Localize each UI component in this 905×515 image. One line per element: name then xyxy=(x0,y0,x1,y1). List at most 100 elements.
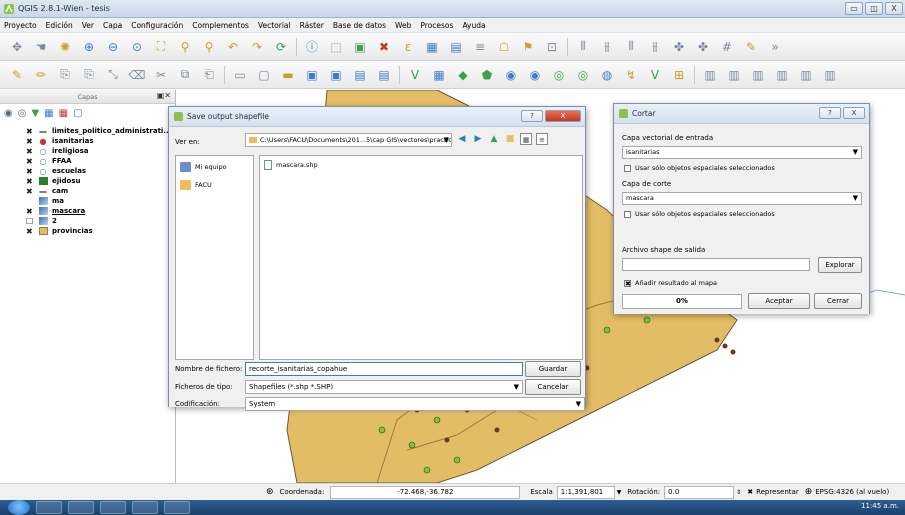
composer-manager-icon[interactable]: ▤ xyxy=(375,66,393,84)
visibility-checkbox[interactable]: ☐ xyxy=(26,217,34,226)
rotate-label-icon[interactable]: ✤ xyxy=(670,38,688,56)
menu-capa[interactable]: Capa xyxy=(103,21,122,30)
list-view-icon[interactable]: ▦ xyxy=(520,133,532,145)
layer-item[interactable]: ✖ ○ ireligiosa xyxy=(26,146,175,156)
input-selected-only-checkbox[interactable]: Usar sólo objetos espaciales seleccionad… xyxy=(624,164,775,172)
collapse-all-icon[interactable]: ▦ xyxy=(59,108,68,119)
visibility-checkbox[interactable]: ✖ xyxy=(26,187,34,196)
raster-tool-3-icon[interactable]: ▥ xyxy=(749,66,767,84)
raster-tool-6-icon[interactable]: ▥ xyxy=(821,66,839,84)
checkbox-box[interactable] xyxy=(624,210,631,218)
zoom-next-icon[interactable]: ↷ xyxy=(248,38,266,56)
taskbar-app-explorer[interactable] xyxy=(36,501,62,514)
forward-icon[interactable]: ▶ xyxy=(472,133,484,145)
bookmark-icon[interactable]: ⚑ xyxy=(519,38,537,56)
sidebar-item-facu[interactable]: FACU xyxy=(176,178,253,192)
visibility-checkbox[interactable]: ✖ xyxy=(26,127,34,136)
crs-label[interactable]: EPSG:4326 (al vuelo) xyxy=(815,488,889,496)
expression-select-icon[interactable]: ε xyxy=(399,38,417,56)
python-icon[interactable]: ✎ xyxy=(742,38,760,56)
raster-tool-4-icon[interactable]: ▥ xyxy=(773,66,791,84)
zoom-layer-icon[interactable]: ⚲ xyxy=(176,38,194,56)
pin-labels-icon[interactable]: ⫵ xyxy=(598,38,616,56)
save-as-icon[interactable]: ▣ xyxy=(327,66,345,84)
layer-item[interactable]: ✖ provincias xyxy=(26,226,175,236)
layer-item[interactable]: ☐ 2 xyxy=(26,216,175,226)
label-icon[interactable]: ⫴ xyxy=(574,38,592,56)
taskbar-app-other[interactable] xyxy=(164,501,190,514)
cancel-button[interactable]: Cancelar xyxy=(525,379,581,395)
visibility-checkbox[interactable]: ✖ xyxy=(26,157,34,166)
pan-to-selection-icon[interactable]: ✺ xyxy=(56,38,74,56)
file-item[interactable]: mascara.shp xyxy=(264,160,318,170)
new-spatialite-icon[interactable]: ⊞ xyxy=(670,66,688,84)
input-layer-select[interactable]: isanitarias ▼ xyxy=(622,146,862,159)
add-wms-layer-icon[interactable]: ◉ xyxy=(526,66,544,84)
raster-tool-5-icon[interactable]: ▥ xyxy=(797,66,815,84)
close-dialog-button[interactable]: Cerrar xyxy=(814,293,862,309)
filename-input[interactable]: recorte_isanitarias_copahue xyxy=(245,362,523,376)
measure-icon[interactable]: ≡ xyxy=(471,38,489,56)
help-button[interactable]: ? xyxy=(819,107,841,119)
remove-layer-icon[interactable]: ▢ xyxy=(73,108,82,119)
coordinate-field[interactable]: -72.468,-36.782 xyxy=(330,485,521,499)
add-feature-icon[interactable]: ⎘ xyxy=(80,66,98,84)
deselect-icon[interactable]: ✖ xyxy=(375,38,393,56)
expand-all-icon[interactable]: ▦ xyxy=(44,108,53,119)
new-project-icon[interactable]: ▢ xyxy=(255,66,273,84)
crs-icon[interactable]: ⊕ xyxy=(805,487,813,497)
layer-item[interactable]: ✖ ejidosu xyxy=(26,176,175,186)
menu-proyecto[interactable]: Proyecto xyxy=(4,21,37,30)
browse-button[interactable]: Explorar xyxy=(818,257,862,273)
layer-item[interactable]: ✖ — cam xyxy=(26,186,175,196)
rotation-field[interactable]: 0.0 xyxy=(664,485,735,499)
taskbar-app-browser[interactable] xyxy=(68,501,94,514)
select-icon[interactable]: ⬚ xyxy=(327,38,345,56)
attribute-table-icon[interactable]: ▦ xyxy=(423,38,441,56)
visibility-checkbox[interactable]: ✖ xyxy=(26,227,34,236)
add-wfs-layer-icon[interactable]: ◎ xyxy=(574,66,592,84)
field-calculator-icon[interactable]: ▤ xyxy=(447,38,465,56)
add-gps-layer-icon[interactable]: ↯ xyxy=(622,66,640,84)
add-spatialite-layer-icon[interactable]: ⬟ xyxy=(478,66,496,84)
cut-features-icon[interactable]: ✂ xyxy=(152,66,170,84)
clip-selected-only-checkbox[interactable]: Usar sólo objetos espaciales seleccionad… xyxy=(624,210,775,218)
menu-raster[interactable]: Ráster xyxy=(300,21,324,30)
checkbox-box[interactable] xyxy=(624,164,631,172)
new-folder-icon[interactable]: ■ xyxy=(504,133,516,145)
refresh-icon[interactable]: ⟳ xyxy=(272,38,290,56)
up-folder-icon[interactable]: ▲ xyxy=(488,133,500,145)
panel-float-icon[interactable]: ▣✕ xyxy=(157,91,171,100)
add-delimited-layer-icon[interactable]: ◍ xyxy=(598,66,616,84)
print-composer-icon[interactable]: ▤ xyxy=(351,66,369,84)
rotation-spinner-icon[interactable]: ⇕ xyxy=(736,489,741,496)
maximize-button[interactable]: ◫ xyxy=(865,2,883,15)
add-postgis-layer-icon[interactable]: ◆ xyxy=(454,66,472,84)
menu-complementos[interactable]: Complementos xyxy=(192,21,249,30)
visibility-checkbox[interactable]: ✖ xyxy=(26,147,34,156)
move-feature-icon[interactable]: ⤡ xyxy=(104,66,122,84)
add-group-icon[interactable]: ◎ xyxy=(18,108,27,119)
chevron-down-icon[interactable]: ▼ xyxy=(617,489,622,496)
render-checkbox[interactable]: ✖ xyxy=(747,488,753,496)
change-label-icon[interactable]: ✤ xyxy=(694,38,712,56)
zoom-out-icon[interactable]: ⊖ xyxy=(104,38,122,56)
visibility-checkbox[interactable]: ✖ xyxy=(26,207,34,216)
close-window-button[interactable]: X xyxy=(885,2,903,15)
copy-features-icon[interactable]: ⧉ xyxy=(176,66,194,84)
close-button[interactable]: X xyxy=(545,110,581,122)
output-path-input[interactable] xyxy=(622,258,810,271)
close-button[interactable]: X xyxy=(843,107,865,119)
save-button[interactable]: Guardar xyxy=(525,361,581,377)
save-edits-icon[interactable]: ⎘ xyxy=(56,66,74,84)
save-project-icon[interactable]: ▣ xyxy=(303,66,321,84)
zoom-in-icon[interactable]: ⊕ xyxy=(80,38,98,56)
hand-icon[interactable]: ☚ xyxy=(32,38,50,56)
encoding-select[interactable]: System ▼ xyxy=(245,397,585,411)
raster-tool-2-icon[interactable]: ▥ xyxy=(725,66,743,84)
add-csv-layer-icon[interactable]: ▭ xyxy=(231,66,249,84)
layer-style-icon[interactable]: ◉ xyxy=(4,108,13,119)
clip-layer-select[interactable]: mascara ▼ xyxy=(622,192,862,205)
add-mssql-layer-icon[interactable]: ◉ xyxy=(502,66,520,84)
add-raster-layer-icon[interactable]: ▦ xyxy=(430,66,448,84)
